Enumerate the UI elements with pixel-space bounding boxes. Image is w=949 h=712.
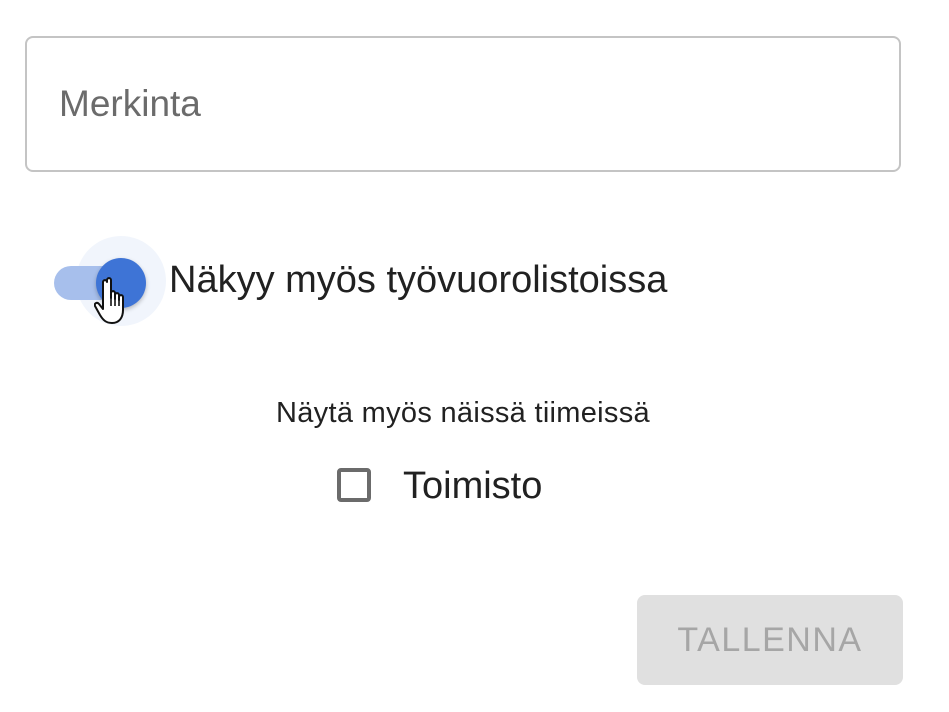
- note-input[interactable]: [59, 38, 859, 170]
- visibility-switch-label[interactable]: Näkyy myös työvuorolistoissa: [169, 258, 667, 302]
- teams-section-title: Näytä myös näissä tiimeissä: [276, 397, 650, 429]
- checkbox-unchecked-icon[interactable]: [337, 468, 371, 502]
- team-checkbox-toimisto[interactable]: Toimisto: [330, 462, 630, 514]
- visibility-switch-row[interactable]: Näkyy myös työvuorolistoissa: [54, 236, 754, 326]
- save-button[interactable]: TALLENNA: [637, 595, 903, 685]
- team-checkbox-label[interactable]: Toimisto: [403, 464, 542, 508]
- hand-pointer-icon: [94, 277, 124, 324]
- visibility-switch[interactable]: [54, 236, 166, 326]
- note-field[interactable]: [25, 36, 901, 172]
